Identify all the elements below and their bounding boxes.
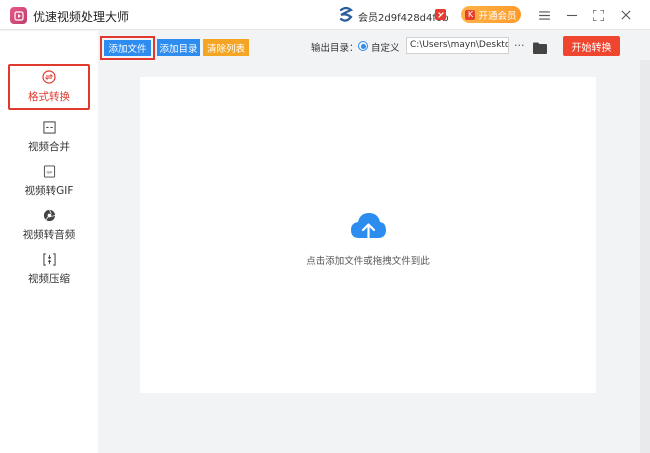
member-logo-icon: [339, 6, 354, 22]
audio-icon: [42, 208, 56, 222]
member-badge-icon: [435, 9, 446, 20]
gif-icon: GIF: [42, 164, 56, 178]
drop-zone[interactable]: 点击添加文件或拖拽文件到此: [140, 77, 596, 393]
sidebar-item-label: 视频合并: [28, 141, 70, 153]
minimize-icon[interactable]: [563, 6, 581, 24]
menu-icon[interactable]: [535, 6, 553, 24]
svg-text:GIF: GIF: [46, 170, 52, 174]
sidebar-item-label: 视频压缩: [28, 273, 70, 285]
vip-button[interactable]: K 开通会员: [461, 6, 521, 23]
custom-radio-label[interactable]: 自定义: [371, 40, 400, 54]
app-logo-icon: [10, 7, 27, 24]
more-options-button[interactable]: ···: [514, 39, 525, 52]
custom-radio[interactable]: [358, 41, 368, 51]
app-title: 优速视频处理大师: [33, 10, 130, 24]
sidebar-item-format-convert[interactable]: 格式转换: [8, 64, 90, 110]
close-icon[interactable]: [617, 6, 635, 24]
output-directory-label: 输出目录：: [311, 43, 359, 54]
open-folder-icon[interactable]: [533, 39, 547, 54]
sidebar-item-compress[interactable]: 视频压缩: [8, 252, 90, 292]
vip-icon: K: [465, 9, 476, 20]
format-convert-icon: [42, 70, 56, 84]
add-file-button[interactable]: 添加文件: [100, 36, 155, 60]
merge-icon: [42, 120, 56, 134]
sidebar: 格式转换 视频合并 GIF 视频转GIF 视频转音频 视频压缩: [0, 31, 98, 453]
scrollbar-track[interactable]: [640, 60, 650, 453]
maximize-icon[interactable]: [589, 6, 607, 24]
clear-list-button[interactable]: 清除列表: [203, 39, 249, 56]
compress-icon: [42, 252, 56, 266]
sidebar-item-label: 格式转换: [28, 91, 70, 103]
add-directory-button[interactable]: 添加目录: [157, 39, 200, 56]
sidebar-item-label: 视频转音频: [22, 229, 76, 241]
sidebar-item-merge[interactable]: 视频合并: [8, 120, 90, 160]
add-file-label: 添加文件: [104, 40, 151, 56]
title-bar: 优速视频处理大师 会员2d9f428d4f0b K 开通会员: [0, 0, 650, 30]
upload-cloud-icon: [351, 213, 386, 243]
sidebar-item-audio[interactable]: 视频转音频: [8, 208, 90, 248]
output-path-input[interactable]: C:\Users\mayn\Desktop: [406, 37, 509, 54]
vip-label: 开通会员: [478, 10, 517, 22]
sidebar-item-label: 视频转GIF: [24, 185, 74, 197]
drop-hint-text: 点击添加文件或拖拽文件到此: [306, 256, 430, 267]
sidebar-item-gif[interactable]: GIF 视频转GIF: [8, 164, 90, 204]
start-convert-button[interactable]: 开始转换: [563, 36, 620, 56]
